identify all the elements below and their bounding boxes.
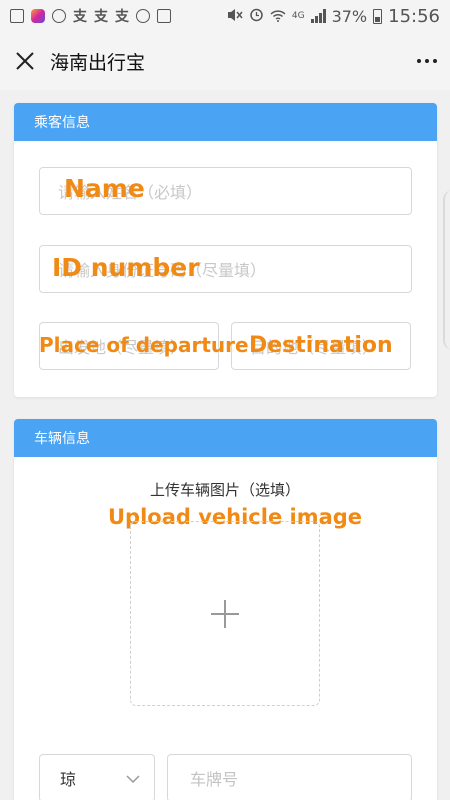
chevron-down-icon [126,769,140,788]
qr-icon [157,9,171,23]
page-title: 海南出行宝 [50,51,146,74]
more-dots-icon [433,59,437,63]
alarm-icon [249,7,264,26]
system-status: 4G 37% 15:56 [227,6,440,27]
app-circle-icon [52,9,66,23]
signal-icon [310,9,326,23]
name-overlay-label: Name [64,174,145,203]
scroll-edge [443,190,450,350]
plate-number-input[interactable]: 车牌号 [167,754,412,800]
upload-image-button[interactable] [130,521,320,706]
more-dots-icon [425,59,429,63]
battery-icon [373,8,383,24]
close-icon [16,52,34,70]
vehicle-info-header: 车辆信息 [14,419,437,457]
alipay-icon: 支 [94,9,108,25]
mute-icon [227,7,243,26]
plate-number-placeholder: 车牌号 [190,770,239,789]
close-button[interactable] [0,32,50,90]
alipay-icon: 支 [115,9,129,25]
upload-image-label: 上传车辆图片（选填） [149,481,300,499]
status-bar: 支 支 支 4G 37% 15:56 [0,0,450,32]
wifi-icon [270,7,286,26]
province-value: 琼 [60,770,77,789]
destination-overlay-label: Destination [249,333,393,358]
title-bar: 海南出行宝 [0,32,450,90]
gallery-icon [10,9,24,23]
notification-icons: 支 支 支 [10,6,171,26]
plus-icon [211,599,239,628]
id-number-overlay-label: ID number [52,253,200,282]
province-select[interactable]: 琼 [39,754,155,800]
clock: 15:56 [388,5,440,27]
battery-percent: 37% [331,6,368,26]
alipay-icon: 支 [73,9,87,25]
instagram-icon [31,9,45,23]
more-dots-icon [417,59,421,63]
wechat-icon [136,9,150,23]
passenger-info-header: 乘客信息 [14,103,437,141]
departure-overlay-label: Place of departure [39,333,249,357]
network-type: 4G [291,11,305,21]
more-button[interactable] [404,32,450,90]
